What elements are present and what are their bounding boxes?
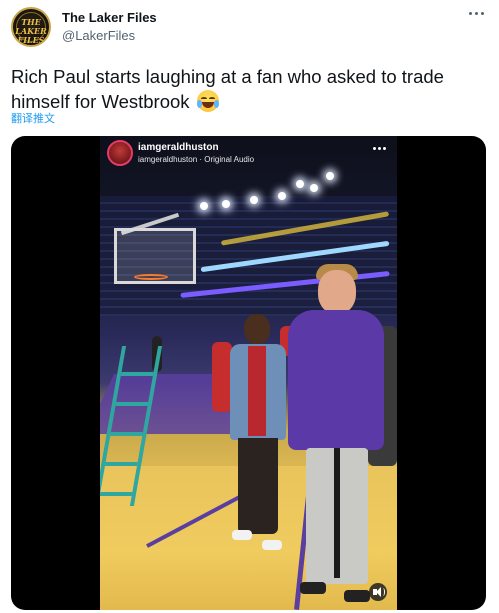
- video-audio-subtitle: iamgeraldhuston · Original Audio: [138, 155, 255, 164]
- video-frame[interactable]: iamgeraldhuston iamgeraldhuston · Origin…: [100, 136, 397, 610]
- face-with-tears-of-joy-icon: [196, 90, 219, 112]
- tweet-header: THE LAKER FILES The Laker Files @LakerFi…: [0, 0, 499, 60]
- more-options-icon[interactable]: [469, 12, 485, 18]
- profile-avatar[interactable]: THE LAKER FILES: [11, 7, 51, 47]
- translate-tweet-link[interactable]: 翻译推文: [11, 110, 55, 126]
- avatar-logo-text: THE LAKER FILES: [15, 17, 47, 45]
- tweet-text: Rich Paul starts laughing at a fan who a…: [11, 64, 491, 114]
- person-fan-purple-hoodie: [286, 264, 386, 604]
- video-creator-username[interactable]: iamgeraldhuston: [138, 142, 219, 153]
- hoop-rim: [134, 274, 168, 280]
- video-media[interactable]: iamgeraldhuston iamgeraldhuston · Origin…: [11, 136, 486, 610]
- tweet-body: Rich Paul starts laughing at a fan who a…: [11, 66, 444, 112]
- display-name[interactable]: The Laker Files: [62, 10, 157, 25]
- user-handle[interactable]: @LakerFiles: [62, 28, 135, 43]
- mute-toggle-icon[interactable]: [369, 583, 387, 601]
- video-more-icon[interactable]: [373, 147, 386, 151]
- video-creator-avatar[interactable]: [107, 140, 133, 166]
- person-rich-paul: [228, 314, 288, 564]
